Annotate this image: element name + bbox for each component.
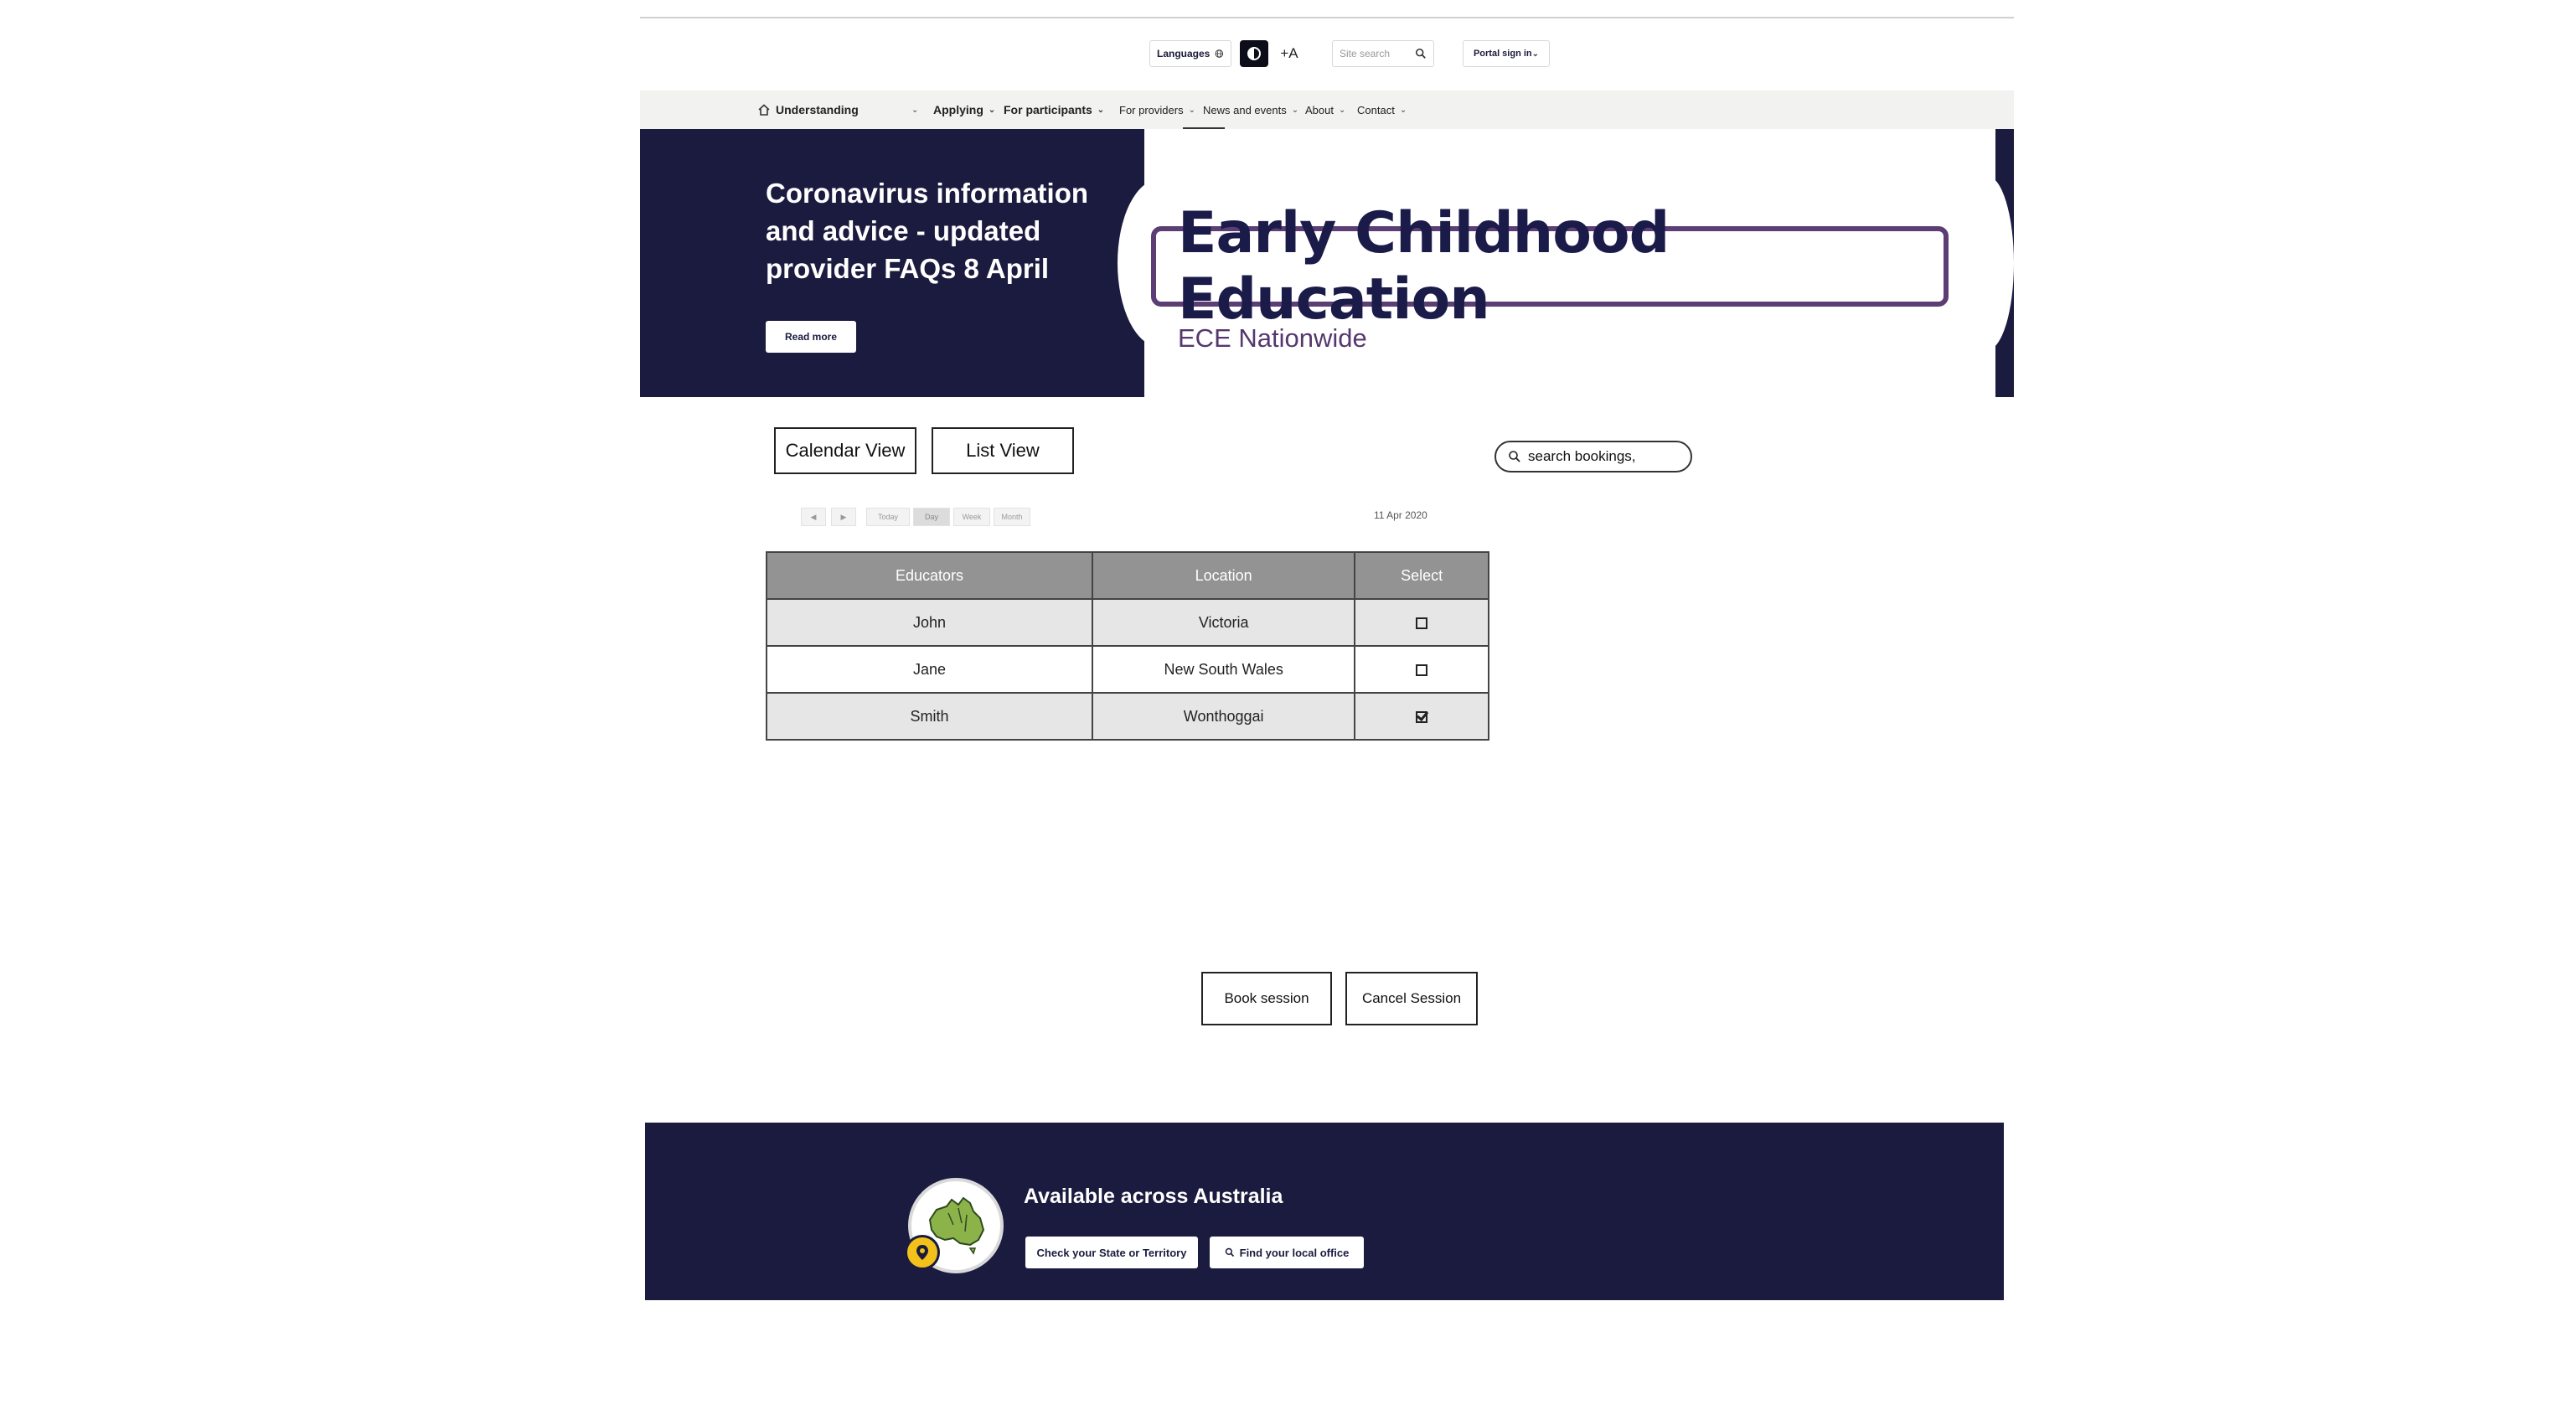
select-cell xyxy=(1354,692,1489,741)
brand-title: Early Childhood Education xyxy=(1151,200,1949,333)
column-header-location: Location xyxy=(1092,551,1356,600)
location-cell: Victoria xyxy=(1092,598,1356,647)
table-header-row: Educators Location Select xyxy=(765,551,1489,600)
top-divider xyxy=(640,17,2014,18)
nav-label: Understanding xyxy=(776,103,859,116)
contrast-toggle[interactable] xyxy=(1240,40,1268,67)
select-cell xyxy=(1354,598,1489,647)
search-icon xyxy=(1415,48,1426,59)
calendar-date: 11 Apr 2020 xyxy=(1374,509,1427,521)
table-row[interactable]: Jane New South Wales xyxy=(765,645,1489,694)
languages-button[interactable]: Languages xyxy=(1149,40,1231,67)
footer-banner: Available across Australia Check your St… xyxy=(645,1123,2004,1300)
nav-dropdown-understanding[interactable]: ⌄ xyxy=(911,90,918,129)
location-cell: Wonthoggai xyxy=(1092,692,1356,741)
site-search-placeholder: Site search xyxy=(1340,48,1391,59)
read-more-button[interactable]: Read more xyxy=(766,321,856,353)
find-office-label: Find your local office xyxy=(1239,1246,1350,1259)
hero-title: Coronavirus information and advice - upd… xyxy=(766,178,1089,284)
site-search-input[interactable]: Site search xyxy=(1332,40,1434,67)
table-row[interactable]: John Victoria xyxy=(765,598,1489,647)
month-view-button[interactable]: Month xyxy=(994,508,1030,526)
educators-table: Educators Location Select John Victoria … xyxy=(765,551,1489,741)
prev-button[interactable]: ◀ xyxy=(801,508,826,526)
educator-cell: Smith xyxy=(765,692,1094,741)
nav-label: For participants xyxy=(1004,103,1092,116)
chevron-down-icon: ⌄ xyxy=(1291,105,1299,115)
nav-label: For providers xyxy=(1119,103,1184,116)
font-size-button[interactable]: +A xyxy=(1275,40,1303,67)
portal-label: Portal sign in xyxy=(1473,49,1532,59)
nav-item-news-and-events[interactable]: News and events ⌄ xyxy=(1203,90,1298,129)
chevron-down-icon: ⌄ xyxy=(988,105,996,115)
chevron-down-icon: ⌄ xyxy=(1097,105,1105,115)
home-icon xyxy=(758,104,770,116)
nav-item-understanding[interactable]: Understanding xyxy=(757,90,859,129)
font-size-label: +A xyxy=(1280,45,1298,61)
search-icon xyxy=(1509,451,1520,462)
table-row[interactable]: Smith Wonthoggai xyxy=(765,692,1489,741)
list-view-button[interactable]: List View xyxy=(932,427,1074,474)
column-header-select: Select xyxy=(1354,551,1489,600)
nav-item-contact[interactable]: Contact ⌄ xyxy=(1357,90,1407,129)
nav-label: News and events xyxy=(1203,103,1287,116)
nav-item-about[interactable]: About ⌄ xyxy=(1305,90,1345,129)
cancel-session-button[interactable]: Cancel Session xyxy=(1345,972,1478,1025)
select-cell xyxy=(1354,645,1489,694)
location-cell: New South Wales xyxy=(1092,645,1356,694)
portal-sign-in-button[interactable]: Portal sign in ⌄ xyxy=(1463,40,1550,67)
calendar-view-button[interactable]: Calendar View xyxy=(774,427,916,474)
nav-active-indicator xyxy=(1183,127,1225,129)
languages-label: Languages xyxy=(1157,48,1211,59)
nav-label: About xyxy=(1305,103,1334,116)
select-checkbox-checked[interactable] xyxy=(1416,710,1428,723)
nav-label: Applying xyxy=(933,103,983,116)
book-session-button[interactable]: Book session xyxy=(1201,972,1332,1025)
booking-search-input[interactable]: search bookings, xyxy=(1494,441,1692,472)
find-local-office-button[interactable]: Find your local office xyxy=(1210,1237,1364,1268)
hero-banner: Coronavirus information and advice - upd… xyxy=(640,129,1144,397)
nav-item-applying[interactable]: Applying ⌄ xyxy=(933,90,995,129)
location-pin-icon xyxy=(905,1235,940,1270)
select-checkbox[interactable] xyxy=(1416,617,1428,629)
day-view-button[interactable]: Day xyxy=(913,508,950,526)
chevron-down-icon: ⌄ xyxy=(911,105,919,115)
next-button[interactable]: ▶ xyxy=(831,508,856,526)
today-button[interactable]: Today xyxy=(866,508,910,526)
select-checkbox[interactable] xyxy=(1416,664,1428,676)
booking-search-value: search bookings, xyxy=(1528,448,1636,464)
week-view-button[interactable]: Week xyxy=(953,508,990,526)
brand-subtitle: ECE Nationwide xyxy=(1178,323,1367,353)
chevron-down-icon: ⌄ xyxy=(1531,49,1540,59)
nav-item-for-providers[interactable]: For providers ⌄ xyxy=(1119,90,1195,129)
contrast-icon xyxy=(1247,47,1261,60)
check-state-label: Check your State or Territory xyxy=(1036,1246,1187,1259)
column-header-educators: Educators xyxy=(765,551,1094,600)
nav-label: Contact xyxy=(1357,103,1395,116)
educator-cell: Jane xyxy=(765,645,1094,694)
main-nav: Understanding ⌄ Applying ⌄ For participa… xyxy=(640,90,2014,129)
hero-curve xyxy=(1960,176,2014,350)
educator-cell: John xyxy=(765,598,1094,647)
chevron-down-icon: ⌄ xyxy=(1188,105,1195,115)
search-icon xyxy=(1225,1247,1234,1257)
footer-title: Available across Australia xyxy=(1024,1185,1283,1208)
nav-item-for-participants[interactable]: For participants ⌄ xyxy=(1004,90,1104,129)
chevron-down-icon: ⌄ xyxy=(1338,105,1346,115)
check-state-button[interactable]: Check your State or Territory xyxy=(1025,1237,1198,1268)
chevron-down-icon: ⌄ xyxy=(1399,105,1407,115)
globe-icon xyxy=(1215,49,1224,58)
